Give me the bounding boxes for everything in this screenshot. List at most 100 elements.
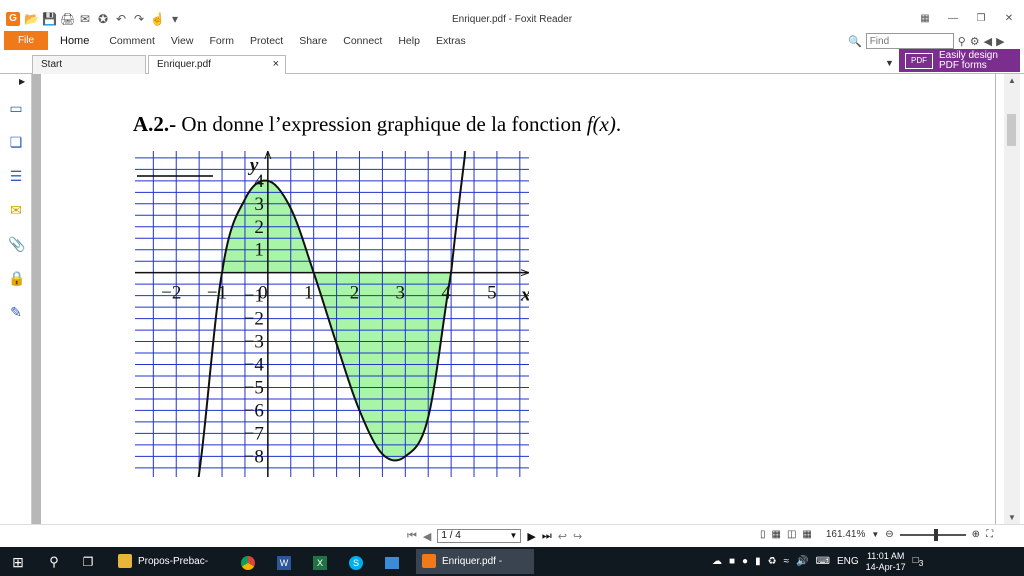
attachments-icon[interactable]: 📎 [8,236,25,252]
tab-label: Enriquer.pdf [157,59,211,70]
tab-list-dropdown-icon[interactable]: ▼ [885,58,894,68]
zoom-controls: ▯ ▦ ◫ ▦ 161.41% ▼ ⊖ ⊕ ⛶ [760,528,993,541]
zoom-in-icon[interactable]: ⊕ [972,529,980,540]
clock[interactable]: 11:01 AM 14-Apr-17 [866,551,906,573]
zoom-slider-knob[interactable] [933,528,938,541]
settings-gear-icon[interactable]: ⚙ [970,35,980,48]
minimize-icon[interactable]: — [946,12,960,26]
battery-icon[interactable]: ▮ [755,556,761,567]
page-thumbnail-icon[interactable]: ▭ [8,100,24,116]
zoom-dropdown-icon[interactable]: ▼ [871,530,879,539]
tab-comment[interactable]: Comment [101,35,163,47]
search-icon[interactable]: ⚲ [44,550,64,574]
tab-start[interactable]: Start [32,55,146,74]
sync-icon[interactable]: ♻ [768,556,777,567]
x-tick-label: 2 [350,283,360,304]
search-icon[interactable]: ⚲ [958,35,966,48]
word-icon[interactable]: W [274,550,294,574]
system-tray: ☁ ■ ● ▮ ♻ ≈ 🔊 ⌨ ENG 11:01 AM 14-Apr-17 □… [712,547,923,576]
close-icon[interactable]: ✕ [1002,12,1016,26]
expand-panel-icon[interactable]: ▶ [19,77,25,86]
zoom-out-icon[interactable]: ⊖ [885,529,893,540]
tab-home[interactable]: Home [52,35,101,47]
document-viewport[interactable]: A.2.- On donne l’expression graphique de… [32,74,996,524]
notifications-icon[interactable]: □3 [913,555,924,568]
taskbar-app-explorer[interactable]: Propos-Prebac-bac... [112,549,232,574]
page-dropdown-icon[interactable]: ▼ [509,530,520,542]
bookmarks-icon[interactable]: ❏ [8,134,24,150]
find-area: 🔍 ⚲ ⚙ ◀ ▶ [848,33,1005,49]
volume-icon[interactable]: 🔊 [796,556,808,567]
title-bar: G 📂 💾 🖨 ✉ ✪ ↶ ↷ ☝ ▾ Enriquer.pdf - Foxit… [0,0,1024,30]
close-tab-icon[interactable]: × [273,58,279,70]
vertical-scrollbar[interactable]: ▲ ▼ [1004,74,1020,524]
prev-page-icon[interactable]: ◀ [423,530,431,543]
window-title: Enriquer.pdf - Foxit Reader [451,14,573,25]
y-tick-label: −7 [244,423,264,444]
single-page-icon[interactable]: ▯ [760,529,766,540]
language-indicator[interactable]: ENG [837,556,859,567]
comments-icon[interactable]: ✉ [8,202,24,218]
tab-form[interactable]: Form [201,35,242,47]
next-page-icon[interactable]: ▶ [527,530,535,543]
wifi-icon[interactable]: ≈ [784,556,790,567]
find-input[interactable] [865,33,954,49]
scroll-down-icon[interactable]: ▼ [1008,513,1016,522]
ad-banner[interactable]: PDF Easily design PDF forms [899,49,1020,72]
tab-share[interactable]: Share [291,35,335,47]
windows-taskbar: ⊞ ⚲ ❐ Propos-Prebac-bac... W X S Enrique… [0,547,1024,576]
folder-icon [118,554,132,568]
continuous-page-icon[interactable]: ▦ [772,529,781,540]
skype-icon[interactable]: S [346,550,366,574]
chrome-icon[interactable] [238,550,258,574]
tab-enriquer-pdf[interactable]: Enriquer.pdf × [148,55,286,74]
ad-line-1: Easily design [939,49,998,61]
y-tick-label: −2 [244,309,264,330]
signature-icon[interactable]: ✎ [8,304,24,320]
y-tick-label: −4 [244,355,265,376]
scroll-up-icon[interactable]: ▲ [1008,76,1016,85]
page-number-box[interactable]: 1 / 4 ▼ [437,529,522,543]
tab-view[interactable]: View [163,35,202,47]
ribbon-menu: File Home Comment View Form Protect Shar… [0,30,1024,52]
tab-connect[interactable]: Connect [335,35,390,47]
page-heading: A.2.- On donne l’expression graphique de… [133,112,621,137]
x-tick-label: −1 [207,283,227,304]
layers-icon[interactable]: ☰ [8,168,24,184]
scroll-thumb[interactable] [1007,114,1016,146]
excel-icon[interactable]: X [310,550,330,574]
tab-extras[interactable]: Extras [428,35,474,47]
next-result-icon[interactable]: ▶ [996,35,1004,48]
foxit-icon [422,554,436,568]
tab-help[interactable]: Help [390,35,428,47]
ribbon-display-icon[interactable]: ▦ [918,12,932,26]
tab-protect[interactable]: Protect [242,35,291,47]
restore-icon[interactable]: ❐ [974,12,988,26]
taskbar-app-foxit[interactable]: Enriquer.pdf - Foxit... [416,549,534,574]
heading-number: A.2.- [133,112,177,136]
fullscreen-icon[interactable]: ⛶ [986,529,993,540]
previous-view-icon[interactable]: ↩ [558,530,567,543]
file-tab[interactable]: File [4,31,48,50]
tray-skype-icon[interactable]: ● [742,556,748,567]
facing-page-icon[interactable]: ◫ [787,529,796,540]
next-view-icon[interactable]: ↪ [573,530,582,543]
task-view-icon[interactable]: ❐ [78,550,98,574]
zoom-slider[interactable] [899,528,966,541]
first-page-icon[interactable]: ⏮ [407,530,417,543]
onedrive-icon[interactable]: ☁ [712,556,722,567]
security-lock-icon[interactable]: 🔒 [8,270,25,286]
prev-result-icon[interactable]: ◀ [984,35,992,48]
store-app-icon[interactable] [382,550,402,574]
zoom-value[interactable]: 161.41% [826,529,865,540]
y-tick-label: 2 [254,217,264,238]
function-graph: −2−10123454321−1−2−3−4−5−6−7−8xy [135,151,529,477]
tell-me-icon[interactable]: 🔍 [848,35,862,48]
tray-app-icon[interactable]: ■ [729,556,735,567]
window-controls: ▦ — ❐ ✕ [918,12,1016,26]
windows-start-icon[interactable]: ⊞ [8,550,28,574]
continuous-facing-icon[interactable]: ▦ [802,529,811,540]
x-tick-label: 4 [441,283,451,304]
last-page-icon[interactable]: ⏭ [542,530,552,543]
keyboard-icon[interactable]: ⌨ [816,556,830,567]
